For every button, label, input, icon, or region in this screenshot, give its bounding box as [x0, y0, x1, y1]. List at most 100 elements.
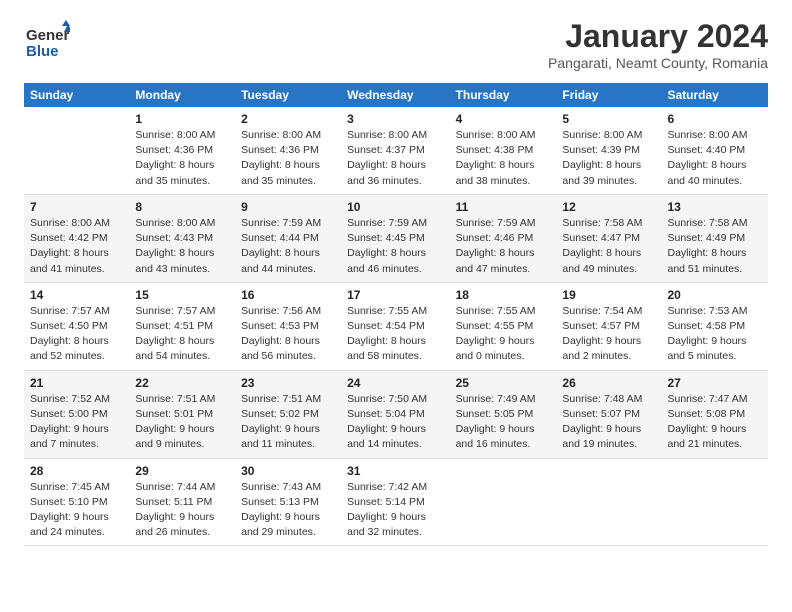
header-day: Saturday — [661, 83, 768, 107]
day-info: Sunrise: 8:00 AMSunset: 4:38 PMDaylight:… — [456, 128, 551, 189]
header-day: Friday — [556, 83, 661, 107]
calendar-cell: 22 Sunrise: 7:51 AMSunset: 5:01 PMDayligh… — [129, 370, 235, 458]
day-info: Sunrise: 7:57 AMSunset: 4:50 PMDaylight:… — [30, 304, 123, 365]
day-number: 1 — [135, 112, 229, 126]
day-number: 14 — [30, 288, 123, 302]
day-info: Sunrise: 7:53 AMSunset: 4:58 PMDaylight:… — [667, 304, 762, 365]
calendar-cell: 31 Sunrise: 7:42 AMSunset: 5:14 PMDayligh… — [341, 458, 449, 546]
day-number: 21 — [30, 376, 123, 390]
day-info: Sunrise: 7:59 AMSunset: 4:46 PMDaylight:… — [456, 216, 551, 277]
calendar-cell: 26 Sunrise: 7:48 AMSunset: 5:07 PMDayligh… — [556, 370, 661, 458]
day-number: 17 — [347, 288, 443, 302]
day-info: Sunrise: 7:51 AMSunset: 5:02 PMDaylight:… — [241, 392, 335, 453]
day-info: Sunrise: 7:59 AMSunset: 4:45 PMDaylight:… — [347, 216, 443, 277]
header-day: Sunday — [24, 83, 129, 107]
day-number: 29 — [135, 464, 229, 478]
calendar-week-row: 28 Sunrise: 7:45 AMSunset: 5:10 PMDayligh… — [24, 458, 768, 546]
title-area: January 2024 Pangarati, Neamt County, Ro… — [548, 18, 768, 71]
calendar-cell: 10 Sunrise: 7:59 AMSunset: 4:45 PMDayligh… — [341, 194, 449, 282]
day-info: Sunrise: 7:50 AMSunset: 5:04 PMDaylight:… — [347, 392, 443, 453]
calendar-cell: 1 Sunrise: 8:00 AMSunset: 4:36 PMDaylight… — [129, 107, 235, 194]
calendar-cell: 28 Sunrise: 7:45 AMSunset: 5:10 PMDayligh… — [24, 458, 129, 546]
day-number: 6 — [667, 112, 762, 126]
day-info: Sunrise: 7:58 AMSunset: 4:49 PMDaylight:… — [667, 216, 762, 277]
logo: General Blue — [24, 18, 70, 69]
header-row: SundayMondayTuesdayWednesdayThursdayFrid… — [24, 83, 768, 107]
day-info: Sunrise: 7:48 AMSunset: 5:07 PMDaylight:… — [562, 392, 655, 453]
day-number: 15 — [135, 288, 229, 302]
day-number: 25 — [456, 376, 551, 390]
day-number: 2 — [241, 112, 335, 126]
day-number: 13 — [667, 200, 762, 214]
header-day: Wednesday — [341, 83, 449, 107]
day-number: 26 — [562, 376, 655, 390]
day-info: Sunrise: 8:00 AMSunset: 4:36 PMDaylight:… — [241, 128, 335, 189]
calendar-cell: 4 Sunrise: 8:00 AMSunset: 4:38 PMDaylight… — [450, 107, 557, 194]
calendar-cell: 19Sunrise: 7:54 AMSunset: 4:57 PMDayligh… — [556, 282, 661, 370]
day-info: Sunrise: 7:49 AMSunset: 5:05 PMDaylight:… — [456, 392, 551, 453]
day-info: Sunrise: 7:52 AMSunset: 5:00 PMDaylight:… — [30, 392, 123, 453]
calendar-cell: 20Sunrise: 7:53 AMSunset: 4:58 PMDayligh… — [661, 282, 768, 370]
day-number: 24 — [347, 376, 443, 390]
calendar-cell: 14 Sunrise: 7:57 AMSunset: 4:50 PMDayligh… — [24, 282, 129, 370]
day-info: Sunrise: 7:45 AMSunset: 5:10 PMDaylight:… — [30, 480, 123, 541]
day-number: 11 — [456, 200, 551, 214]
calendar-cell: 11 Sunrise: 7:59 AMSunset: 4:46 PMDayligh… — [450, 194, 557, 282]
calendar-cell: 9 Sunrise: 7:59 AMSunset: 4:44 PMDaylight… — [235, 194, 341, 282]
calendar-week-row: 7 Sunrise: 8:00 AMSunset: 4:42 PMDaylight… — [24, 194, 768, 282]
day-info: Sunrise: 8:00 AMSunset: 4:36 PMDaylight:… — [135, 128, 229, 189]
day-number: 12 — [562, 200, 655, 214]
day-number: 8 — [135, 200, 229, 214]
calendar-cell: 6Sunrise: 8:00 AMSunset: 4:40 PMDaylight… — [661, 107, 768, 194]
day-info: Sunrise: 7:54 AMSunset: 4:57 PMDaylight:… — [562, 304, 655, 365]
day-number: 9 — [241, 200, 335, 214]
day-info: Sunrise: 7:43 AMSunset: 5:13 PMDaylight:… — [241, 480, 335, 541]
calendar-cell: 29 Sunrise: 7:44 AMSunset: 5:11 PMDayligh… — [129, 458, 235, 546]
header-day: Thursday — [450, 83, 557, 107]
logo-icon: General Blue — [24, 18, 70, 64]
calendar-cell — [661, 458, 768, 546]
day-number: 16 — [241, 288, 335, 302]
svg-text:Blue: Blue — [26, 43, 59, 60]
day-info: Sunrise: 7:47 AMSunset: 5:08 PMDaylight:… — [667, 392, 762, 453]
day-info: Sunrise: 7:55 AMSunset: 4:54 PMDaylight:… — [347, 304, 443, 365]
day-number: 28 — [30, 464, 123, 478]
header-day: Tuesday — [235, 83, 341, 107]
calendar-cell — [556, 458, 661, 546]
day-number: 31 — [347, 464, 443, 478]
calendar-cell: 12 Sunrise: 7:58 AMSunset: 4:47 PMDayligh… — [556, 194, 661, 282]
calendar-cell: 13 Sunrise: 7:58 AMSunset: 4:49 PMDayligh… — [661, 194, 768, 282]
svg-text:General: General — [26, 27, 70, 44]
calendar-cell: 18 Sunrise: 7:55 AMSunset: 4:55 PMDayligh… — [450, 282, 557, 370]
day-info: Sunrise: 8:00 AMSunset: 4:43 PMDaylight:… — [135, 216, 229, 277]
day-info: Sunrise: 7:55 AMSunset: 4:55 PMDaylight:… — [456, 304, 551, 365]
day-number: 22 — [135, 376, 229, 390]
calendar-cell: 8 Sunrise: 8:00 AMSunset: 4:43 PMDaylight… — [129, 194, 235, 282]
calendar-cell: 21 Sunrise: 7:52 AMSunset: 5:00 PMDayligh… — [24, 370, 129, 458]
calendar-cell: 2 Sunrise: 8:00 AMSunset: 4:36 PMDaylight… — [235, 107, 341, 194]
day-number: 4 — [456, 112, 551, 126]
day-info: Sunrise: 7:57 AMSunset: 4:51 PMDaylight:… — [135, 304, 229, 365]
calendar-cell — [450, 458, 557, 546]
day-info: Sunrise: 7:44 AMSunset: 5:11 PMDaylight:… — [135, 480, 229, 541]
calendar-week-row: 1 Sunrise: 8:00 AMSunset: 4:36 PMDaylight… — [24, 107, 768, 194]
calendar-cell: 3Sunrise: 8:00 AMSunset: 4:37 PMDaylight… — [341, 107, 449, 194]
calendar-cell: 25 Sunrise: 7:49 AMSunset: 5:05 PMDayligh… — [450, 370, 557, 458]
day-info: Sunrise: 7:42 AMSunset: 5:14 PMDaylight:… — [347, 480, 443, 541]
calendar-cell: 7 Sunrise: 8:00 AMSunset: 4:42 PMDaylight… — [24, 194, 129, 282]
calendar-table: SundayMondayTuesdayWednesdayThursdayFrid… — [24, 83, 768, 546]
calendar-cell: 24 Sunrise: 7:50 AMSunset: 5:04 PMDayligh… — [341, 370, 449, 458]
day-info: Sunrise: 7:58 AMSunset: 4:47 PMDaylight:… — [562, 216, 655, 277]
day-info: Sunrise: 7:59 AMSunset: 4:44 PMDaylight:… — [241, 216, 335, 277]
day-number: 10 — [347, 200, 443, 214]
day-info: Sunrise: 7:56 AMSunset: 4:53 PMDaylight:… — [241, 304, 335, 365]
day-number: 3 — [347, 112, 443, 126]
day-number: 27 — [667, 376, 762, 390]
calendar-cell: 16 Sunrise: 7:56 AMSunset: 4:53 PMDayligh… — [235, 282, 341, 370]
calendar-cell: 30Sunrise: 7:43 AMSunset: 5:13 PMDayligh… — [235, 458, 341, 546]
day-number: 18 — [456, 288, 551, 302]
day-number: 7 — [30, 200, 123, 214]
day-info: Sunrise: 8:00 AMSunset: 4:42 PMDaylight:… — [30, 216, 123, 277]
calendar-cell — [24, 107, 129, 194]
day-info: Sunrise: 7:51 AMSunset: 5:01 PMDaylight:… — [135, 392, 229, 453]
